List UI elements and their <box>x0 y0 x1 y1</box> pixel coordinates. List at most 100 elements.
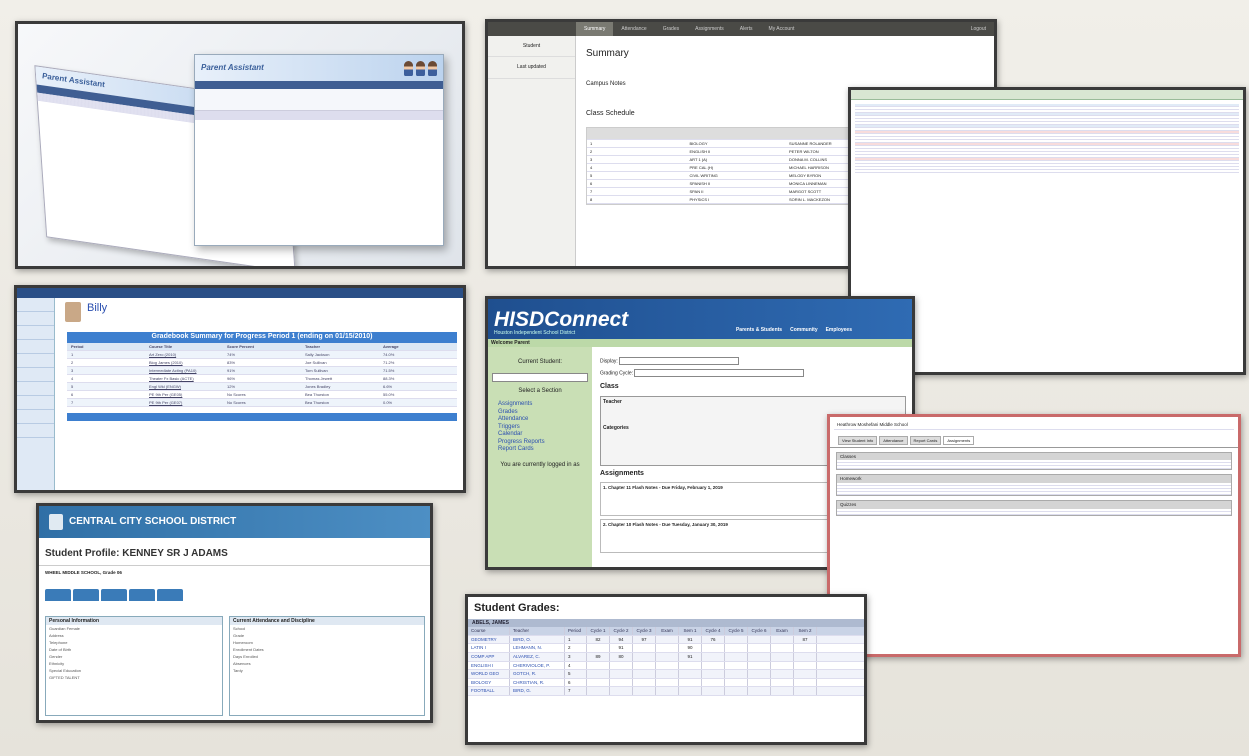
course-link[interactable]: LATIN I <box>468 644 510 652</box>
table-row: 4 Theater Fx Basic (ACTE) 96% Thomas Jewett… <box>67 375 457 383</box>
cell: No Scores <box>227 399 246 405</box>
cell <box>610 678 633 687</box>
cell: PRE CAL (H) <box>689 164 714 170</box>
cell: LEHMANN, N. <box>510 644 565 652</box>
info-line: Date of Birth <box>49 647 72 653</box>
course-link[interactable]: FOOTBALL <box>468 687 510 695</box>
course-link[interactable]: PE 9th Per (GE07) <box>145 399 223 406</box>
student-photo <box>65 302 81 322</box>
tab-parents-students[interactable]: Parents & Students <box>736 327 782 333</box>
tab-attendance[interactable]: Attendance <box>879 435 908 445</box>
course-link[interactable]: Theater Fx Basic (ACTE) <box>145 375 223 382</box>
course-link[interactable]: GEOMETRY <box>468 635 510 644</box>
parent-assistant-front-window: Parent Assistant <box>194 54 444 246</box>
cell <box>656 670 679 678</box>
cell <box>633 652 656 661</box>
menu-assignments[interactable]: Assignments <box>492 401 588 409</box>
cell: 91% <box>227 367 236 373</box>
sidebar-item[interactable] <box>17 312 54 326</box>
tab-my-account[interactable]: My Account <box>761 26 803 32</box>
cell <box>633 644 656 652</box>
report-section: Homework <box>836 474 1232 496</box>
pa-front-nav[interactable] <box>195 81 443 89</box>
student-select[interactable] <box>492 372 588 382</box>
column-header: Period <box>71 343 84 349</box>
tab-assignments[interactable]: Assignments <box>687 26 732 32</box>
tab-alerts[interactable]: Alerts <box>732 26 761 32</box>
sidebar-item[interactable] <box>17 298 54 312</box>
grading-select[interactable] <box>634 369 805 377</box>
table-row: ENGLISH I CHERIVIOLOE, P. 4 <box>468 661 864 671</box>
profile-tab[interactable] <box>73 589 99 602</box>
menu-grades[interactable]: Grades <box>492 409 588 417</box>
tab-assignments[interactable]: Assignments <box>943 435 975 445</box>
profile-tab[interactable] <box>129 589 155 602</box>
tab-summary[interactable]: Summary <box>576 22 614 36</box>
cell <box>702 652 725 661</box>
grades-table: Course Teacher Period Cycle 1 Cycle 2 Cycle 3… <box>468 627 864 696</box>
report-section: Classes <box>836 451 1232 471</box>
cell: Sally Jackson <box>305 351 330 357</box>
p4-top-nav[interactable] <box>17 288 463 298</box>
course-link[interactable]: PE 9th Per (GE05) <box>145 391 223 398</box>
profile-tab[interactable] <box>101 589 127 602</box>
sidebar-item[interactable] <box>17 326 54 340</box>
course-link[interactable]: Art Zero (2010) <box>145 351 223 358</box>
display-select[interactable] <box>619 357 740 365</box>
cell <box>656 652 679 661</box>
cell <box>748 635 771 644</box>
menu-attendance[interactable]: Attendance <box>492 416 588 424</box>
cell: 3 <box>565 652 587 661</box>
cell <box>725 635 748 644</box>
tab-employees[interactable]: Employees <box>826 327 852 333</box>
pa-front-brand: Parent Assistant <box>201 63 264 72</box>
sidebar-item[interactable] <box>17 396 54 410</box>
sidebar-item[interactable] <box>17 340 54 354</box>
course-link[interactable]: Engl Wkl (ENGW) <box>145 383 223 390</box>
summary-sidebar: Student Last updated <box>488 36 576 266</box>
cell: 55.0% <box>383 391 395 397</box>
cell: 88.3% <box>383 375 395 381</box>
tab-view-student-info[interactable]: View Student Info <box>838 435 878 445</box>
course-link[interactable]: BIOLOGY <box>468 678 510 687</box>
sidebar-item[interactable] <box>17 424 54 438</box>
tab-report-cards[interactable]: Report Cards <box>909 435 942 445</box>
course-link[interactable]: WORLD GEO <box>468 670 510 678</box>
tab-grades[interactable]: Grades <box>655 26 687 32</box>
sidebar-item[interactable] <box>17 382 54 396</box>
info-line: GIFTED TALENT <box>49 675 80 681</box>
tab-community[interactable]: Community <box>790 327 818 333</box>
profile-tab[interactable] <box>157 589 183 602</box>
menu-calendar[interactable]: Calendar <box>492 431 588 439</box>
menu-progress-reports[interactable]: Progress Reports <box>492 439 588 447</box>
sidebar-item[interactable] <box>17 368 54 382</box>
course-link[interactable]: Intermediate Acting (PA10) <box>145 367 223 374</box>
course-link[interactable]: Biog James (2010) <box>145 359 223 366</box>
cell: Bea Thurston <box>305 399 329 405</box>
cell: 5 <box>590 172 593 178</box>
sidebar-student[interactable]: Student <box>488 36 575 58</box>
cell <box>725 661 748 670</box>
table-row: 3 Intermediate Acting (PA10) 91% Tom Sulliv… <box>67 366 457 375</box>
display-row: Display: <box>600 357 906 365</box>
sidebar-item[interactable] <box>17 354 54 368</box>
sidebar-last-updated: Last updated <box>488 57 575 79</box>
cell: 71.2% <box>383 359 395 365</box>
grading-row: Grading Cycle: <box>600 369 906 377</box>
logout-link[interactable]: Logout <box>963 26 994 32</box>
cell <box>587 670 610 678</box>
cell <box>633 661 656 670</box>
sidebar-item[interactable] <box>17 410 54 424</box>
cell <box>771 644 794 652</box>
tab-attendance[interactable]: Attendance <box>613 26 654 32</box>
cell: 2 <box>590 148 593 154</box>
menu-triggers[interactable]: Triggers <box>492 424 588 432</box>
profile-tab[interactable] <box>45 589 71 602</box>
cell <box>794 661 817 670</box>
course-link[interactable]: ENGLISH I <box>468 661 510 670</box>
cell: 5 <box>565 670 587 678</box>
cell <box>748 661 771 670</box>
course-link[interactable]: COMP APP <box>468 652 510 661</box>
cell: BIOLOGY <box>689 140 708 146</box>
menu-report-cards[interactable]: Report Cards <box>492 446 588 454</box>
